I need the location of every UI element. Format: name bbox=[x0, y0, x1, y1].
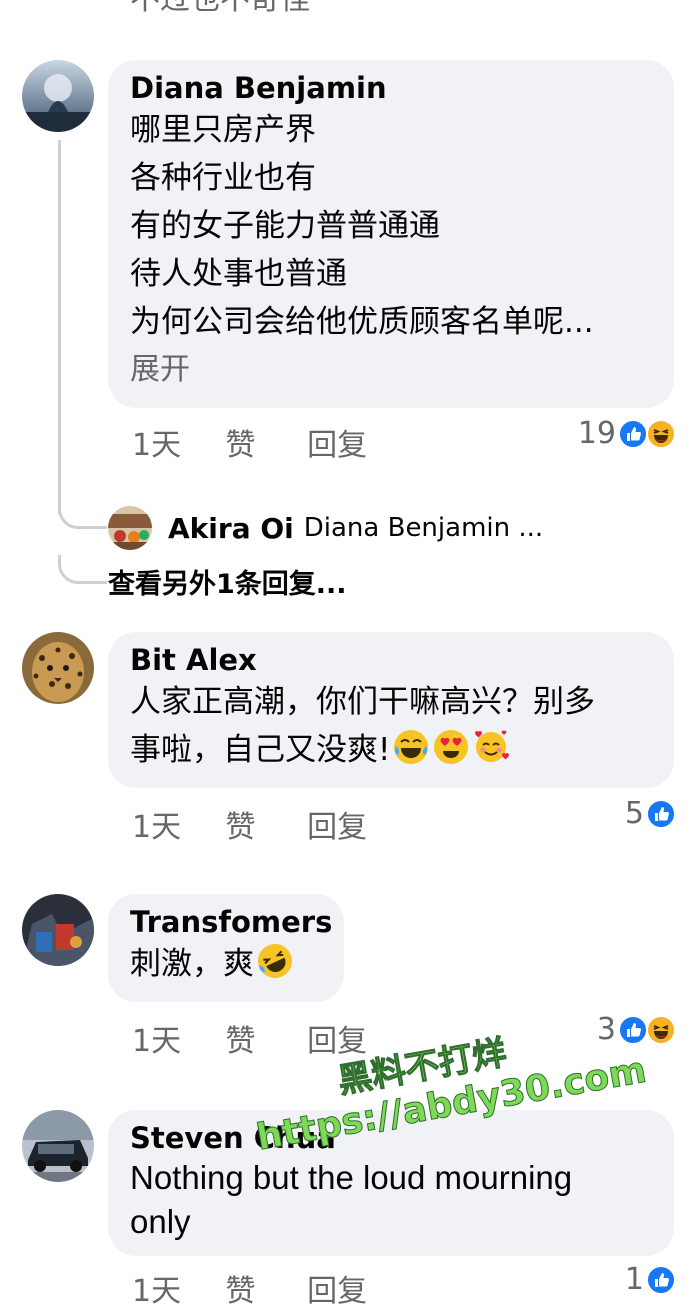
reply-button[interactable]: 回复 bbox=[307, 802, 367, 846]
comment-text-line: 哪里只房产界 bbox=[130, 112, 316, 148]
comment-text-line: Nothing but the loud mourning bbox=[130, 1159, 573, 1196]
reaction-count: 5 bbox=[624, 796, 644, 831]
comment-text-line: 待人处事也普通 bbox=[130, 256, 347, 292]
like-button[interactable]: 赞 bbox=[226, 420, 298, 464]
comment-text-line: 人家正高潮，你们干嘛高兴？别多 bbox=[130, 684, 595, 720]
reaction-summary[interactable]: 5 bbox=[625, 796, 676, 831]
comment-actions: 1天 赞 回复 bbox=[132, 1016, 367, 1060]
comment-text-line: 事啦，自己又没爽! bbox=[130, 726, 652, 774]
comment-time: 1天 bbox=[132, 428, 182, 463]
avatar[interactable] bbox=[22, 894, 94, 966]
rolling-laughing-emoji bbox=[256, 942, 294, 980]
haha-icon bbox=[646, 418, 676, 449]
thread-line bbox=[58, 140, 61, 514]
thread-connector bbox=[58, 555, 107, 584]
comment-author[interactable]: Transfomers bbox=[130, 904, 332, 940]
avatar[interactable] bbox=[108, 506, 152, 550]
reply-author[interactable]: Akira Oi bbox=[168, 512, 294, 545]
like-button[interactable]: 赞 bbox=[226, 1266, 298, 1310]
comment-text-line: 刺激，爽 bbox=[130, 940, 322, 988]
comment-text: 刺激，爽 bbox=[130, 946, 254, 982]
comment-actions: 1天 赞 回复 bbox=[132, 802, 367, 846]
comment-bubble: Bit Alex 人家正高潮，你们干嘛高兴？别多 事啦，自己又没爽! bbox=[108, 632, 674, 788]
comment-text-line: only bbox=[130, 1203, 191, 1240]
comment-actions: 1天 赞 回复 bbox=[132, 1266, 367, 1310]
reply-preview[interactable]: Akira Oi Diana Benjamin ... bbox=[108, 506, 543, 550]
comment-text: 事啦，自己又没爽! bbox=[130, 732, 391, 768]
comment-bubble: Diana Benjamin 哪里只房产界 各种行业也有 有的女子能力普普通通 … bbox=[108, 60, 674, 408]
avatar[interactable] bbox=[22, 1110, 94, 1182]
reply-button[interactable]: 回复 bbox=[307, 420, 367, 464]
avatar[interactable] bbox=[22, 60, 94, 132]
smiling-hearts-emoji bbox=[472, 728, 510, 766]
comment-text-line: 各种行业也有 bbox=[130, 160, 316, 196]
like-icon bbox=[646, 798, 676, 829]
comment-author[interactable]: Bit Alex bbox=[130, 642, 652, 678]
heart-eyes-emoji bbox=[432, 728, 470, 766]
like-icon bbox=[618, 418, 648, 449]
comment-time: 1天 bbox=[132, 1024, 182, 1059]
comment-actions: 1天 赞 回复 bbox=[132, 420, 367, 464]
reply-text: Diana Benjamin ... bbox=[303, 513, 544, 543]
comment-author[interactable]: Diana Benjamin bbox=[130, 70, 652, 106]
like-button[interactable]: 赞 bbox=[226, 1016, 298, 1060]
cut-off-previous-text: 不过也不奇怪 bbox=[130, 0, 310, 18]
thread-connector bbox=[58, 500, 107, 529]
laughing-tears-emoji bbox=[392, 728, 430, 766]
expand-link[interactable]: 展开 bbox=[130, 346, 652, 394]
comment-text-line: 为何公司会给他优质顾客名单呢... bbox=[130, 304, 594, 340]
like-button[interactable]: 赞 bbox=[226, 802, 298, 846]
avatar[interactable] bbox=[22, 632, 94, 704]
comment-text-line: 有的女子能力普普通通 bbox=[130, 208, 440, 244]
haha-icon bbox=[646, 1014, 676, 1045]
comment-time: 1天 bbox=[132, 810, 182, 845]
reaction-summary[interactable]: 19 bbox=[578, 416, 676, 451]
reply-button[interactable]: 回复 bbox=[307, 1266, 367, 1310]
comment-bubble: Transfomers 刺激，爽 bbox=[108, 894, 344, 1002]
reaction-count: 19 bbox=[577, 416, 616, 451]
view-more-replies[interactable]: 查看另外1条回复... bbox=[108, 562, 347, 601]
comment-time: 1天 bbox=[132, 1274, 182, 1309]
